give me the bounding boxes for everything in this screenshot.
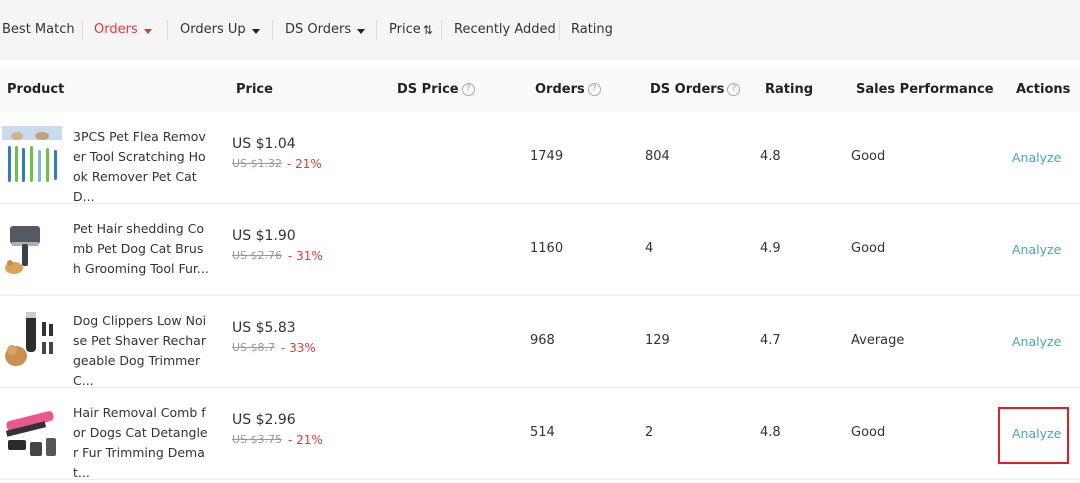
ds-orders-count: 2: [645, 425, 654, 440]
discount-badge: - 31%: [288, 249, 323, 263]
rating-value: 4.9: [760, 241, 781, 256]
header-ds-orders: DS Orders?: [650, 82, 741, 97]
product-thumbnail[interactable]: [2, 124, 62, 186]
divider: [559, 20, 560, 40]
product-price: US $2.96: [232, 412, 296, 428]
header-ds-price-label: DS Price: [397, 82, 459, 97]
product-name[interactable]: Dog Clippers Low Noise Pet Shaver Rechar…: [73, 311, 211, 391]
ds-orders-count: 4: [645, 241, 654, 256]
sales-performance: Good: [851, 149, 886, 164]
table-row: Hair Removal Comb for Dogs Cat Detangler…: [0, 388, 1080, 480]
sales-performance: Average: [851, 333, 905, 348]
divider: [272, 20, 273, 40]
original-price: US $8.7: [232, 341, 276, 354]
product-name[interactable]: 3PCS Pet Flea Remover Tool Scratching Ho…: [73, 127, 211, 207]
header-actions: Actions: [1016, 82, 1071, 97]
sales-performance: Good: [851, 241, 886, 256]
discount-badge: - 21%: [288, 433, 323, 447]
original-price: US $2.76: [232, 249, 283, 262]
sort-best-match-label: Best Match: [2, 22, 75, 37]
sort-rating-label: Rating: [571, 22, 613, 37]
product-thumbnail[interactable]: [2, 216, 62, 278]
original-price: US $1.32: [232, 157, 283, 170]
divider: [167, 20, 168, 40]
caret-down-icon: [251, 28, 260, 34]
header-rating: Rating: [765, 82, 814, 97]
analyze-link[interactable]: Analyze: [1012, 242, 1061, 257]
sort-recently-added[interactable]: Recently Added: [454, 22, 556, 38]
rating-value: 4.8: [760, 149, 781, 164]
orders-count: 1749: [530, 149, 564, 164]
table-header: Product Price DS Price? Orders? DS Order…: [0, 66, 1080, 112]
table-row: Pet Hair shedding Comb Pet Dog Cat Brush…: [0, 204, 1080, 296]
header-sales-performance: Sales Performance: [856, 82, 994, 97]
product-price: US $1.04: [232, 136, 296, 152]
question-circle-icon[interactable]: ?: [587, 83, 601, 96]
analyze-link[interactable]: Analyze: [1012, 150, 1061, 165]
product-price: US $5.83: [232, 320, 296, 336]
sort-price[interactable]: Price ⇅: [389, 22, 433, 38]
sort-recently-added-label: Recently Added: [454, 22, 556, 37]
discount-badge: - 33%: [281, 341, 316, 355]
header-ds-orders-label: DS Orders: [650, 82, 725, 97]
product-thumbnail[interactable]: [2, 308, 62, 370]
divider: [376, 20, 377, 40]
sort-orders-up-label: Orders Up: [180, 22, 246, 37]
header-orders-label: Orders: [535, 82, 585, 97]
ds-orders-count: 129: [645, 333, 670, 348]
sales-performance: Good: [851, 425, 886, 440]
product-name[interactable]: Hair Removal Comb for Dogs Cat Detangler…: [73, 403, 211, 483]
sort-ds-orders-label: DS Orders: [285, 22, 352, 37]
divider: [82, 20, 83, 40]
caret-down-icon: [143, 28, 152, 34]
question-circle-icon[interactable]: ?: [727, 83, 741, 96]
analyze-link[interactable]: Analyze: [1012, 334, 1061, 349]
orders-count: 1160: [530, 241, 564, 256]
table-row: Dog Clippers Low Noise Pet Shaver Rechar…: [0, 296, 1080, 388]
header-ds-price: DS Price?: [397, 82, 475, 97]
question-circle-icon[interactable]: ?: [461, 83, 475, 96]
ds-orders-count: 804: [645, 149, 670, 164]
original-price: US $3.75: [232, 433, 283, 446]
sort-ds-orders[interactable]: DS Orders: [285, 22, 366, 38]
rating-value: 4.8: [760, 425, 781, 440]
highlight-box: [998, 407, 1069, 464]
discount-badge: - 21%: [287, 157, 322, 171]
sort-arrows-icon: ⇅: [422, 23, 433, 37]
header-price: Price: [236, 82, 273, 97]
table-row: 3PCS Pet Flea Remover Tool Scratching Ho…: [0, 112, 1080, 204]
orders-count: 514: [530, 425, 555, 440]
product-thumbnail[interactable]: [2, 400, 62, 462]
header-product: Product: [7, 82, 65, 97]
divider: [441, 20, 442, 40]
header-orders: Orders?: [535, 82, 601, 97]
orders-count: 968: [530, 333, 555, 348]
sort-orders[interactable]: Orders: [94, 22, 152, 38]
sort-orders-label: Orders: [94, 22, 138, 37]
sort-bar: Best Match Orders Orders Up DS Orders Pr…: [0, 0, 1080, 60]
rating-value: 4.7: [760, 333, 781, 348]
caret-down-icon: [357, 28, 366, 34]
sort-rating[interactable]: Rating: [571, 22, 613, 38]
product-price: US $1.90: [232, 228, 296, 244]
product-name[interactable]: Pet Hair shedding Comb Pet Dog Cat Brush…: [73, 219, 211, 279]
sort-best-match[interactable]: Best Match: [2, 22, 75, 38]
sort-price-label: Price: [389, 22, 421, 37]
sort-orders-up[interactable]: Orders Up: [180, 22, 260, 38]
